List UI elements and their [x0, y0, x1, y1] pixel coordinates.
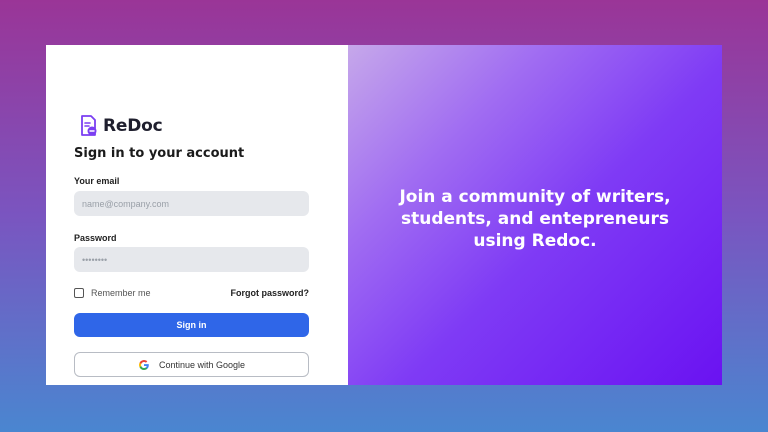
sign-in-button[interactable]: Sign in [74, 313, 309, 337]
document-icon [81, 115, 97, 136]
google-signin-label: Continue with Google [158, 359, 246, 370]
remember-me-label: Remember me [91, 288, 151, 298]
brand: ReDoc [79, 115, 163, 137]
login-panel: ReDoc Sign in to your account Your email… [46, 45, 348, 385]
forgot-password-link[interactable]: Forgot password? [231, 288, 310, 298]
email-label: Your email [74, 176, 120, 186]
promo-panel: Join a community of writers, students, a… [348, 45, 722, 385]
brand-name: ReDoc [103, 116, 163, 136]
remember-me: Remember me [74, 288, 151, 298]
promo-tagline: Join a community of writers, students, a… [399, 187, 671, 251]
google-signin-button[interactable]: Continue with Google [74, 352, 309, 377]
email-field[interactable] [74, 191, 309, 216]
remember-me-checkbox[interactable] [74, 288, 84, 298]
password-label: Password [74, 233, 117, 243]
page-title: Sign in to your account [74, 146, 245, 161]
google-icon [138, 359, 149, 370]
login-card: ReDoc Sign in to your account Your email… [46, 45, 722, 385]
password-field[interactable] [74, 247, 309, 272]
